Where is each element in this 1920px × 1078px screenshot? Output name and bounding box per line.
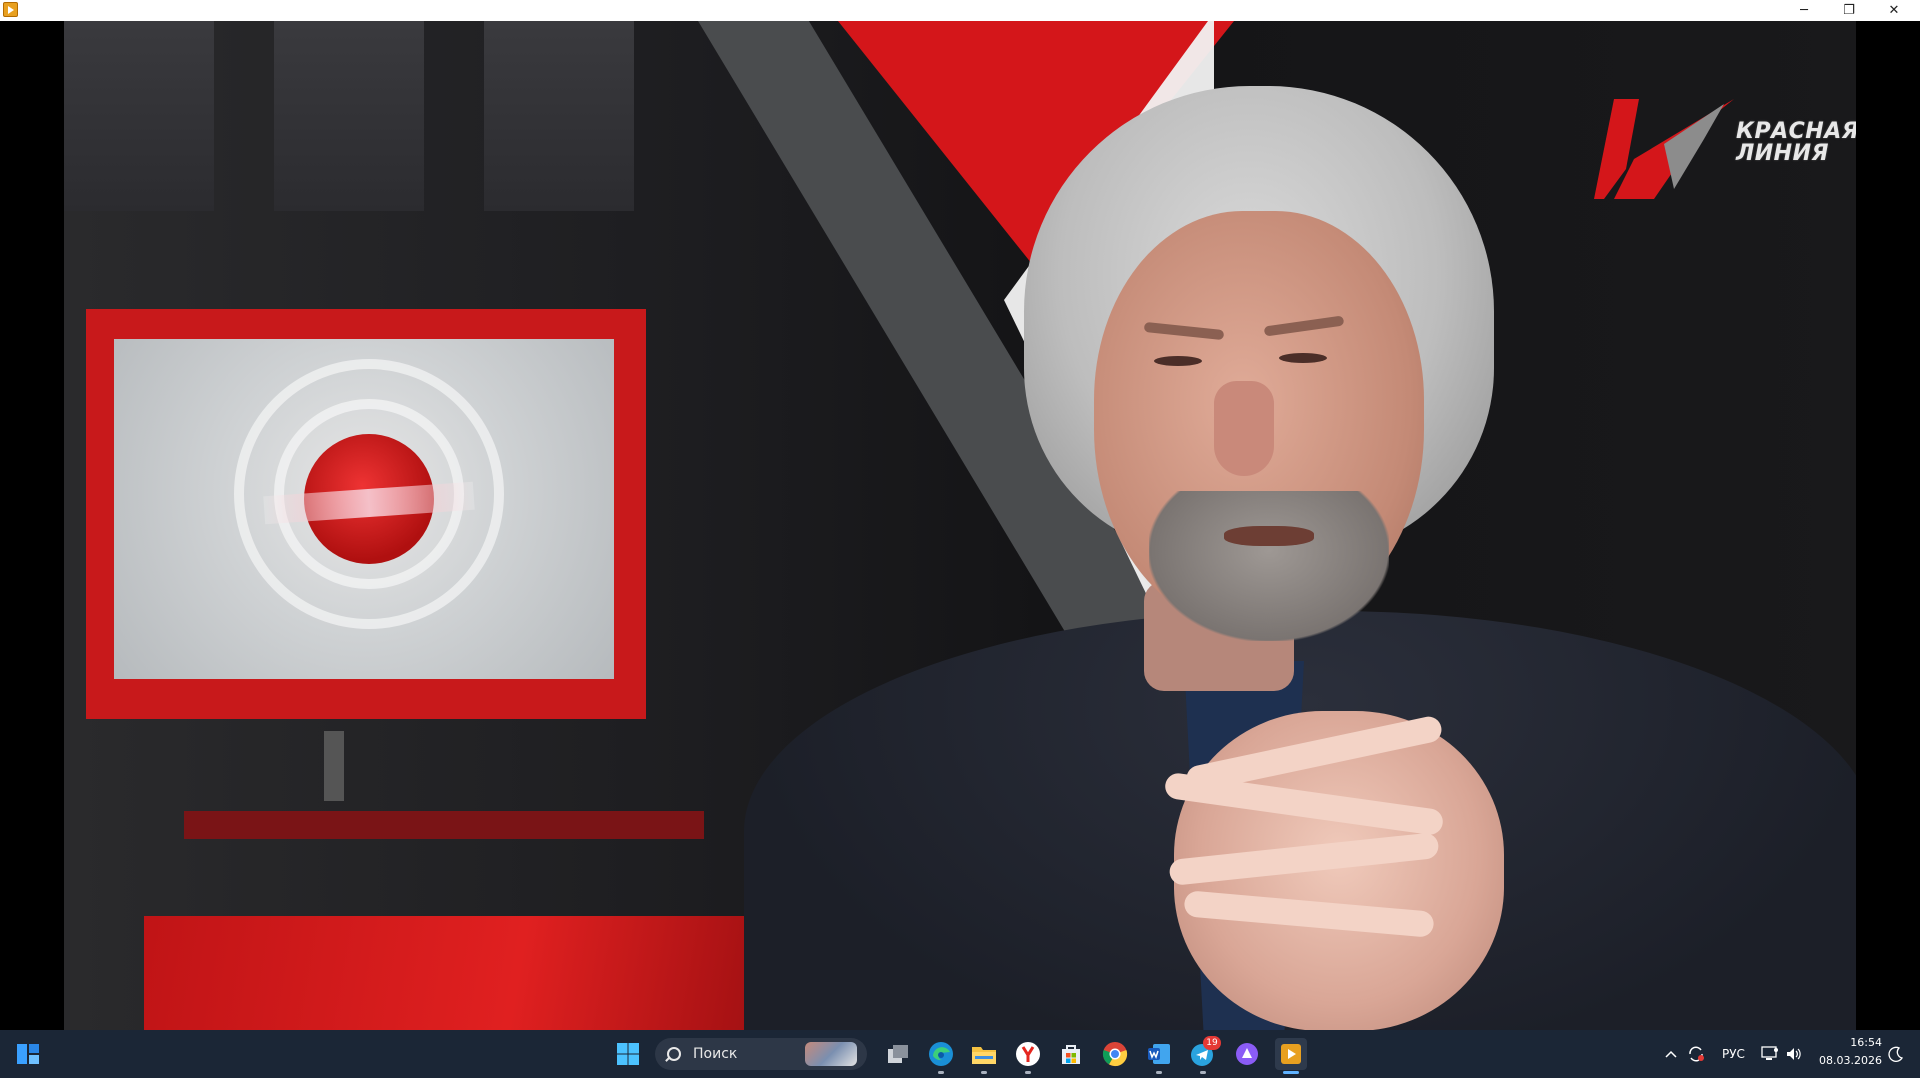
channel-logo-text: КРАСНАЯ ЛИНИЯ bbox=[1736, 121, 1856, 165]
word-icon bbox=[1148, 1044, 1170, 1064]
channel-logo-line1: КРАСНАЯ bbox=[1736, 119, 1856, 144]
telegram-unread-badge: 19 bbox=[1203, 1036, 1221, 1050]
media-player-icon bbox=[1281, 1044, 1301, 1064]
input-language[interactable]: РУС bbox=[1722, 1047, 1745, 1061]
network-button[interactable] bbox=[1758, 1038, 1782, 1070]
microsoft-store-button[interactable] bbox=[1055, 1038, 1087, 1070]
notifications-button[interactable] bbox=[1884, 1038, 1908, 1070]
person-nose bbox=[1214, 381, 1274, 476]
restore-button[interactable]: ❐ bbox=[1827, 0, 1871, 21]
sync-button[interactable] bbox=[1684, 1038, 1708, 1070]
volume-button[interactable] bbox=[1782, 1038, 1806, 1070]
file-explorer-button[interactable] bbox=[968, 1038, 1000, 1074]
media-player-button[interactable] bbox=[1275, 1038, 1307, 1074]
studio-panel bbox=[274, 21, 424, 211]
widgets-button[interactable] bbox=[12, 1038, 44, 1070]
proton-icon bbox=[1236, 1043, 1258, 1065]
yandex-browser-icon bbox=[1016, 1042, 1040, 1066]
clock-time[interactable]: 16:54 bbox=[1822, 1036, 1882, 1049]
chevron-up-icon bbox=[1665, 1050, 1677, 1058]
network-icon bbox=[1761, 1046, 1778, 1060]
chrome-icon bbox=[1102, 1042, 1128, 1067]
video-frame: КРАСНАЯ ЛИНИЯ bbox=[64, 21, 1856, 1030]
window-titlebar: ─ ❐ ✕ bbox=[0, 0, 1920, 21]
chrome-button[interactable] bbox=[1099, 1038, 1131, 1070]
studio-desk bbox=[184, 811, 704, 839]
channel-logo-line2: ЛИНИЯ bbox=[1736, 141, 1829, 166]
edge-icon bbox=[929, 1042, 953, 1066]
volume-icon bbox=[1787, 1048, 1801, 1060]
task-view-icon bbox=[888, 1045, 908, 1063]
taskbar: Поиск 19 РУС 16:54 08.03.2026 bbox=[0, 1030, 1920, 1078]
search-highlight-image bbox=[805, 1042, 857, 1066]
search-placeholder: Поиск bbox=[693, 1046, 738, 1062]
telegram-button[interactable]: 19 bbox=[1187, 1036, 1221, 1074]
minimize-button[interactable]: ─ bbox=[1782, 0, 1826, 21]
windows-icon bbox=[617, 1043, 639, 1065]
word-button[interactable] bbox=[1143, 1038, 1175, 1074]
studio-panel bbox=[64, 21, 214, 211]
running-indicator bbox=[1025, 1071, 1031, 1074]
search-icon bbox=[667, 1047, 681, 1061]
edge-button[interactable] bbox=[925, 1038, 957, 1074]
task-view-button[interactable] bbox=[882, 1038, 914, 1070]
running-indicator bbox=[1200, 1071, 1206, 1074]
taskbar-search[interactable]: Поиск bbox=[655, 1038, 867, 1070]
studio-red-floor bbox=[144, 916, 764, 1030]
store-icon bbox=[1062, 1045, 1080, 1064]
channel-logo-k-icon bbox=[1594, 99, 1734, 199]
person-eye bbox=[1154, 356, 1202, 366]
monitor-screen bbox=[114, 339, 614, 679]
studio-panel bbox=[484, 21, 634, 211]
running-indicator bbox=[1156, 1071, 1162, 1074]
running-indicator bbox=[938, 1071, 944, 1074]
sync-icon bbox=[1689, 1046, 1704, 1062]
active-indicator bbox=[1283, 1071, 1299, 1074]
running-indicator bbox=[981, 1071, 987, 1074]
widgets-icon bbox=[17, 1044, 39, 1064]
studio-monitor bbox=[86, 309, 646, 719]
yandex-browser-button[interactable] bbox=[1012, 1038, 1044, 1074]
folder-icon bbox=[972, 1047, 996, 1064]
person-eye bbox=[1279, 353, 1327, 363]
monitor-stand bbox=[324, 731, 344, 801]
person-beard bbox=[1149, 491, 1389, 641]
show-hidden-icons-button[interactable] bbox=[1661, 1038, 1681, 1070]
start-button[interactable] bbox=[612, 1038, 644, 1070]
person-mouth bbox=[1224, 526, 1314, 546]
video-viewport[interactable]: КРАСНАЯ ЛИНИЯ bbox=[0, 21, 1920, 1030]
channel-logo: КРАСНАЯ ЛИНИЯ bbox=[1594, 99, 1856, 199]
moon-icon bbox=[1888, 1046, 1904, 1062]
clock-date[interactable]: 08.03.2026 bbox=[1812, 1054, 1882, 1067]
media-player-app-icon bbox=[3, 2, 18, 17]
close-button[interactable]: ✕ bbox=[1872, 0, 1916, 21]
proton-button[interactable] bbox=[1231, 1038, 1263, 1070]
